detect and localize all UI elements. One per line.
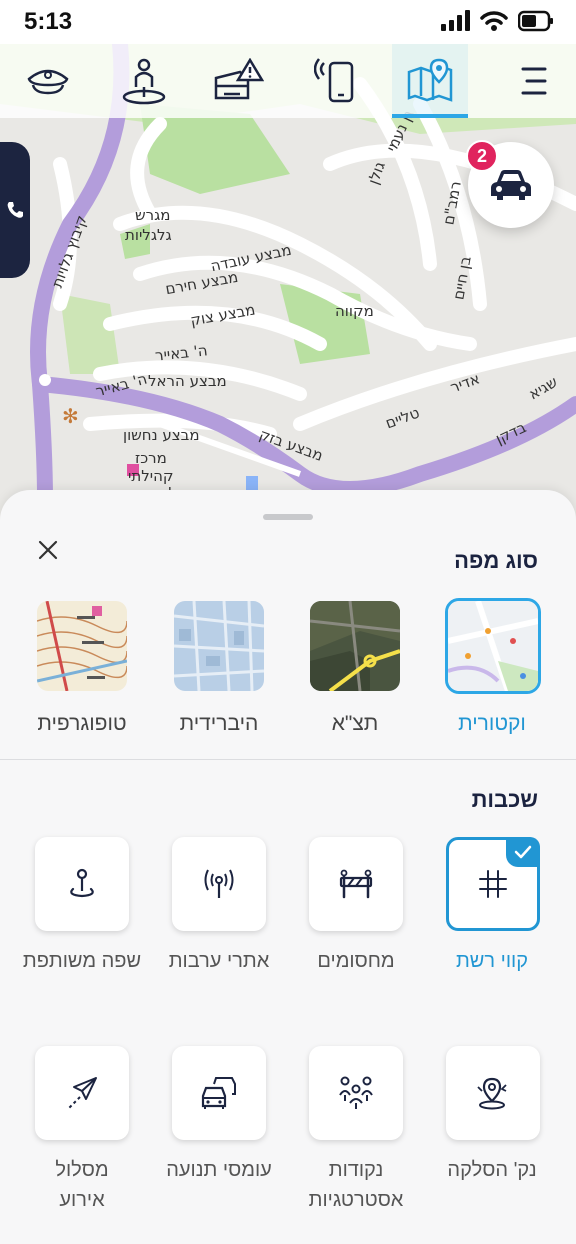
status-icons [440,10,554,32]
layer-roadblocks-label: מחסומים [317,950,395,972]
menu-icon [521,67,547,95]
layer-roadblocks[interactable] [309,837,403,931]
vector-map-thumbnail [448,601,538,691]
nav-person-location-button[interactable] [106,44,182,118]
police-cap-icon [27,69,69,95]
nav-police-button[interactable] [10,44,86,118]
map-layers-sheet: סוג מפה וקטורית תצ"א היברידית טופוגרפית … [0,490,576,1244]
nav-map-button[interactable] [392,44,468,118]
map-type-satellite-label: תצ"א [331,712,379,735]
person-location-icon [122,58,166,105]
roadblock-alert-icon [214,58,264,100]
antenna-icon [204,869,234,898]
layers-title: שכבות [471,787,538,812]
top-nav [0,44,576,118]
map-label: מבצע נחשון [123,426,200,444]
map-label: גלגליות [125,226,172,244]
location-pin-icon [70,868,94,898]
map-poi-icon: ✻ [62,404,79,428]
layer-grid-lines-label: קווי רשת [455,950,529,972]
barrier-icon [339,869,373,899]
layer-common-language-label: שפה משותפת [22,950,142,972]
phone-icon [7,202,23,218]
car-icon [491,170,531,200]
map-type-title: סוג מפה [454,548,538,573]
layer-common-language[interactable] [35,837,129,931]
layer-concealment-points[interactable] [446,1046,540,1140]
layer-guarantee-sites[interactable] [172,837,266,931]
layer-traffic-load-label: עומסי תנועה [166,1159,272,1181]
map-label: מגרש [135,206,171,224]
grid-icon [479,870,507,898]
phone-signal-icon [314,58,354,103]
map-label: מקווה [335,302,374,320]
pin-alert-icon [477,1077,507,1110]
layer-grid-lines[interactable] [446,837,540,931]
map-label: קהילתי [128,467,174,485]
map-type-vector-label: וקטורית [458,712,526,735]
selected-check-badge [506,837,540,867]
map-label: מרכז [135,449,167,467]
close-button[interactable] [34,536,62,564]
map-pin-icon [407,58,453,102]
battery-icon [518,10,553,32]
nav-menu-button[interactable] [496,44,572,118]
map-type-topographic[interactable] [34,598,130,694]
sheet-divider [0,759,576,760]
layer-event-route-label: מסלול אירוע [55,1159,109,1211]
people-group-icon [339,1076,373,1109]
hybrid-map-thumbnail [174,601,264,691]
map-label: מבצע הראל [148,372,227,390]
status-time: 5:13 [24,8,73,35]
map-type-hybrid-label: היברידית [179,712,259,735]
satellite-map-thumbnail [310,601,400,691]
traffic-cars-icon [201,1077,236,1109]
call-button[interactable] [0,142,30,278]
map-type-hybrid[interactable] [171,598,267,694]
check-icon [514,845,532,859]
map-type-satellite[interactable] [307,598,403,694]
topographic-map-thumbnail [37,601,127,691]
nav-roadblock-button[interactable] [200,44,276,118]
layer-traffic-load[interactable] [172,1046,266,1140]
status-bar: 5:13 [0,0,576,44]
close-icon [38,540,58,560]
sheet-grabber[interactable] [263,514,313,520]
layer-strategic-points[interactable] [309,1046,403,1140]
route-plane-icon [67,1077,97,1110]
vehicle-count-badge: 2 [466,140,498,172]
wifi-icon [480,11,508,31]
layer-event-route[interactable] [35,1046,129,1140]
layer-strategic-points-label: נקודות אסטרטגיות [308,1159,404,1211]
nav-phone-button[interactable] [298,44,374,118]
layer-guarantee-sites-label: אתרי ערבות [168,950,270,972]
map-type-vector[interactable] [445,598,541,694]
layer-concealment-points-label: נק' הסלקה [447,1159,537,1181]
map-type-topographic-label: טופוגרפית [37,712,127,735]
cellular-signal-icon [441,10,470,31]
